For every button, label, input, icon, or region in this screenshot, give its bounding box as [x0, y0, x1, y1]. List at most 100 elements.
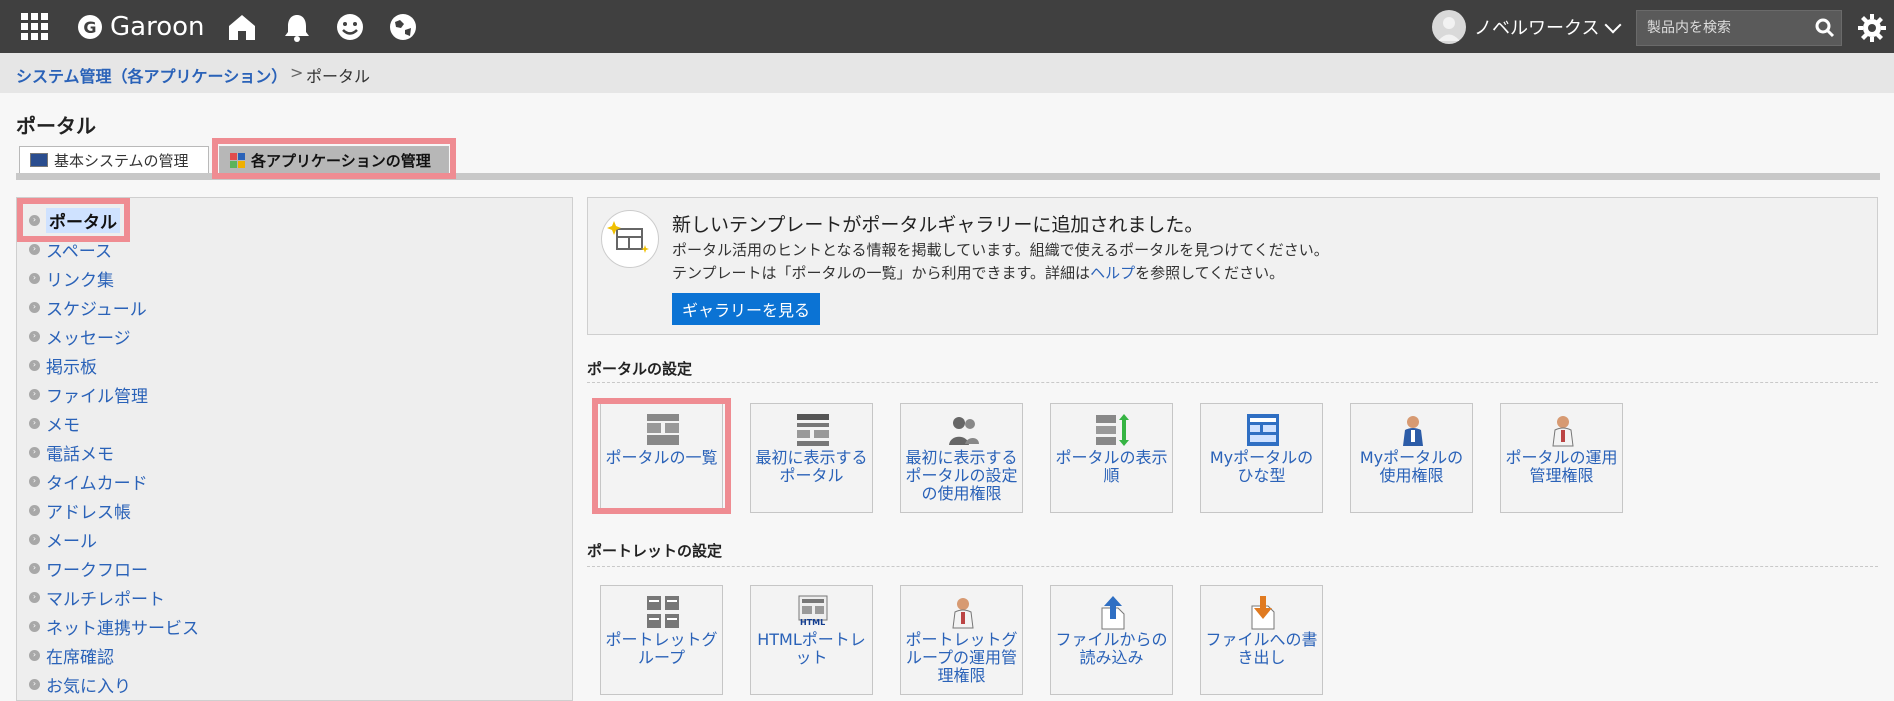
sidebar-item-workflow[interactable]: › ワークフロー [29, 556, 148, 581]
breadcrumb-parent-link[interactable]: システム管理（各アプリケーション） [16, 63, 287, 87]
file-export-icon [1245, 594, 1281, 630]
tile-portal-admin-permission[interactable]: ポータルの運用管理権限 [1500, 403, 1623, 513]
sidebar-item-label: ファイル管理 [46, 386, 148, 407]
arrow-bullet-icon: › [29, 533, 40, 545]
notice-line-2: テンプレートは「ポータルの一覧」から利用できます。詳細はヘルプを参照してください… [672, 262, 1284, 283]
person-icon [1395, 412, 1431, 448]
gear-icon[interactable] [1857, 13, 1887, 43]
sidebar-item-label: リンク集 [46, 270, 114, 291]
arrow-bullet-icon: › [29, 475, 40, 487]
sidebar-item-label: アドレス帳 [46, 502, 131, 523]
tile-initial-portal[interactable]: 最初に表示するポータル [750, 403, 873, 513]
arrow-bullet-icon: › [29, 243, 40, 255]
html-badge: HTML [800, 618, 826, 627]
tile-file-import[interactable]: ファイルからの読み込み [1050, 585, 1173, 695]
globe-icon[interactable] [386, 10, 420, 44]
sidebar-item-memo[interactable]: › メモ [29, 411, 80, 436]
sparkle-template-icon [601, 210, 659, 268]
sidebar-item-schedule[interactable]: › スケジュール [29, 295, 147, 320]
home-icon[interactable] [225, 10, 259, 44]
tile-file-export[interactable]: ファイルへの書き出し [1200, 585, 1323, 695]
arrow-bullet-icon: › [29, 649, 40, 661]
app-logo[interactable]: G Garoon [78, 10, 205, 44]
sidebar-item-label: メール [46, 531, 97, 552]
sidebar-item-label: 在席確認 [46, 647, 114, 668]
html-portlet-icon: HTML [795, 594, 831, 630]
page-title: ポータル [16, 114, 96, 138]
bell-icon[interactable] [280, 10, 314, 44]
arrow-bullet-icon: › [29, 591, 40, 603]
tile-my-portal-template[interactable]: Myポータルのひな型 [1200, 403, 1323, 513]
sidebar-item-portal[interactable]: › ポータル [29, 207, 120, 233]
sidebar-item-label: お気に入り [46, 676, 131, 697]
monitor-icon [30, 153, 48, 167]
sidebar-item-multi-report[interactable]: › マルチレポート [29, 585, 165, 610]
tile-label: ポータルの一覧 [605, 448, 718, 467]
tile-label: ファイルへの書き出し [1205, 630, 1318, 667]
breadcrumb-separator: > [290, 63, 304, 82]
sidebar-item-phone-memo[interactable]: › 電話メモ [29, 440, 114, 465]
template-icon [1245, 412, 1281, 448]
sidebar-item-label: スケジュール [46, 299, 147, 320]
sidebar-item-file-management[interactable]: › ファイル管理 [29, 382, 148, 407]
sidebar-item-presence[interactable]: › 在席確認 [29, 643, 114, 668]
sidebar-item-label: マルチレポート [46, 589, 165, 610]
sidebar-item-address-book[interactable]: › アドレス帳 [29, 498, 131, 523]
search-box [1636, 10, 1842, 46]
arrow-bullet-icon: › [29, 272, 40, 284]
notice-line-1: ポータル活用のヒントとなる情報を掲載しています。組織で使えるポータルを見つけてく… [672, 241, 1329, 259]
tab-label: 各アプリケーションの管理 [251, 151, 431, 170]
tile-label: 最初に表示するポータル [755, 448, 868, 485]
tile-my-portal-permission[interactable]: Myポータルの使用権限 [1350, 403, 1473, 513]
tile-label: 最初に表示するポータルの設定の使用権限 [905, 448, 1018, 503]
sidebar-item-net-service[interactable]: › ネット連携サービス [29, 614, 199, 639]
tile-label: ポートレットグループの運用管理権限 [905, 630, 1018, 685]
tab-label: 基本システムの管理 [54, 151, 189, 170]
apps-grid-icon[interactable] [20, 12, 48, 40]
notice-line-2-text-end: を参照してください。 [1135, 264, 1285, 282]
tile-label: Myポータルの使用権限 [1359, 448, 1464, 485]
tile-portal-list[interactable]: ポータルの一覧 [600, 403, 723, 513]
notice-line-2-text: テンプレートは「ポータルの一覧」から利用できます。詳細は [672, 264, 1091, 282]
garoon-logo-icon: G [78, 15, 102, 39]
user-menu[interactable]: ノベルワークス [1432, 8, 1622, 46]
help-link[interactable]: ヘルプ [1090, 264, 1135, 282]
tab-divider [16, 173, 1880, 180]
section-divider [587, 566, 1878, 567]
tile-initial-portal-permission[interactable]: 最初に表示するポータルの設定の使用権限 [900, 403, 1023, 513]
sidebar-item-links[interactable]: › リンク集 [29, 266, 114, 291]
app-title: Garoon [110, 12, 205, 42]
avatar [1432, 10, 1466, 44]
tile-label: ポータルの運用管理権限 [1505, 448, 1618, 485]
tab-applications[interactable]: 各アプリケーションの管理 [219, 146, 449, 173]
arrow-bullet-icon: › [29, 562, 40, 574]
sidebar-item-timecard[interactable]: › タイムカード [29, 469, 148, 494]
arrow-bullet-icon: › [29, 330, 40, 342]
portlet-group-icon [645, 594, 681, 630]
admin-person-icon [1545, 412, 1581, 448]
tile-portal-order[interactable]: ポータルの表示順 [1050, 403, 1173, 513]
sidebar-item-space[interactable]: › スペース [29, 237, 112, 262]
search-input[interactable] [1637, 19, 1809, 37]
smile-icon[interactable] [333, 10, 367, 44]
sidebar-item-label: メッセージ [46, 328, 131, 349]
tile-portlet-group-admin-permission[interactable]: ポートレットグループの運用管理権限 [900, 585, 1023, 695]
sidebar-item-favorites[interactable]: › お気に入り [29, 672, 131, 697]
tab-basic-system[interactable]: 基本システムの管理 [19, 146, 209, 173]
sort-order-icon [1095, 412, 1131, 448]
tile-label: HTMLポートレット [757, 630, 866, 667]
sidebar-item-mail[interactable]: › メール [29, 527, 97, 552]
sidebar-item-message[interactable]: › メッセージ [29, 324, 131, 349]
portal-list-icon [645, 412, 681, 448]
section-divider [587, 382, 1878, 383]
search-icon[interactable] [1815, 18, 1835, 38]
sidebar-item-label: タイムカード [46, 473, 148, 494]
arrow-bullet-icon: › [29, 214, 40, 226]
tile-label: ファイルからの読み込み [1055, 630, 1168, 667]
arrow-bullet-icon: › [29, 417, 40, 429]
arrow-bullet-icon: › [29, 388, 40, 400]
sidebar-item-bulletin[interactable]: › 掲示板 [29, 353, 97, 378]
tile-portlet-group[interactable]: ポートレットグループ [600, 585, 723, 695]
view-gallery-button[interactable]: ギャラリーを見る [672, 293, 820, 325]
tile-html-portlet[interactable]: HTML HTMLポートレット [750, 585, 873, 695]
